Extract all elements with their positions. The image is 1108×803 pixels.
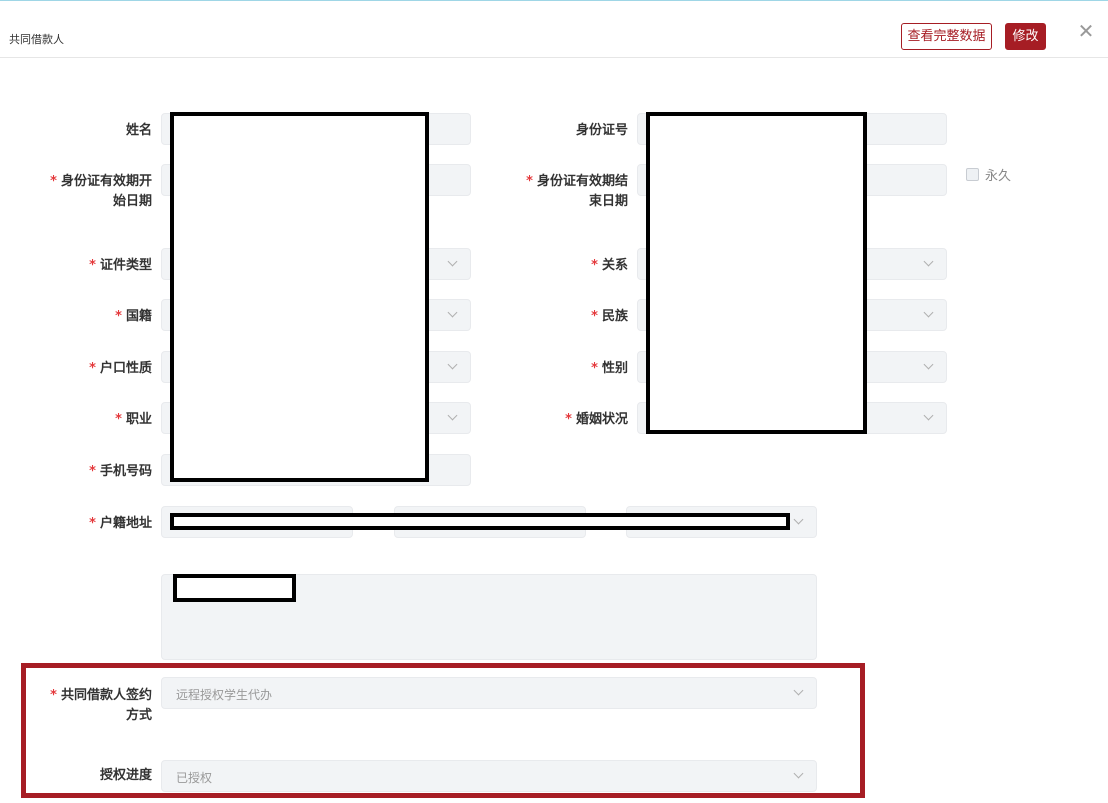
doc-type-label: * 证件类型 xyxy=(89,258,152,273)
id-number-label: 身份证号 xyxy=(575,123,628,138)
occupation-label: * 职业 xyxy=(115,412,152,427)
relation-label: * 关系 xyxy=(591,258,628,273)
close-icon[interactable]: ✕ xyxy=(1076,21,1096,41)
chevron-down-icon xyxy=(922,256,936,270)
chevron-down-icon xyxy=(446,256,460,270)
redaction-box xyxy=(170,112,429,482)
dialog-header: 共同借款人 查看完整数据 修改 ✕ xyxy=(0,0,1108,58)
permanent-label: 永久 xyxy=(985,169,1012,184)
permanent-checkbox[interactable] xyxy=(966,168,979,181)
chevron-down-icon xyxy=(922,410,936,424)
redaction-box xyxy=(173,574,296,602)
hukou-type-label: * 户口性质 xyxy=(89,361,152,376)
nationality-label: * 国籍 xyxy=(115,309,152,324)
chevron-down-icon xyxy=(446,359,460,373)
chevron-down-icon xyxy=(792,514,806,528)
highlight-box xyxy=(21,663,865,798)
view-full-data-button[interactable]: 查看完整数据 xyxy=(901,23,992,50)
marital-label: * 婚姻状况 xyxy=(565,412,628,427)
phone-label: * 手机号码 xyxy=(89,464,152,479)
name-label: 姓名 xyxy=(125,123,152,138)
chevron-down-icon xyxy=(922,359,936,373)
ethnicity-label: * 民族 xyxy=(591,309,628,324)
gender-label: * 性别 xyxy=(591,361,628,376)
dialog-title: 共同借款人 xyxy=(9,33,64,46)
chevron-down-icon xyxy=(446,307,460,321)
chevron-down-icon xyxy=(446,410,460,424)
id-start-label: * 身份证有效期开 始日期 xyxy=(50,174,152,209)
address-label: * 户籍地址 xyxy=(89,516,152,531)
redaction-box xyxy=(170,513,790,530)
edit-button[interactable]: 修改 xyxy=(1005,23,1046,50)
chevron-down-icon xyxy=(922,307,936,321)
redaction-box xyxy=(646,112,867,434)
id-end-label: * 身份证有效期结 束日期 xyxy=(526,174,628,209)
